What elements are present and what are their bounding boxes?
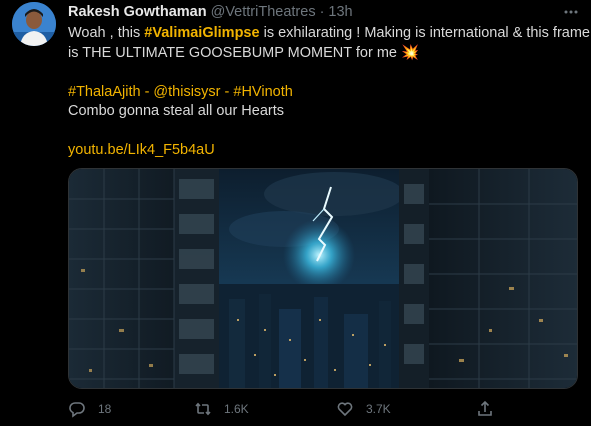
like-button[interactable]: 3.7K <box>336 398 391 420</box>
more-options-icon[interactable] <box>559 2 583 22</box>
retweet-icon <box>195 402 211 416</box>
tweet-media-image[interactable] <box>68 168 578 389</box>
tags-line[interactable]: #ThalaAjith - @thisisysr - #HVinoth <box>68 83 583 103</box>
author-handle[interactable]: @VettriTheatres <box>211 4 316 20</box>
separator-dot: · <box>319 4 325 20</box>
tweet-text-part: Woah , this <box>68 25 145 41</box>
video-link[interactable]: youtu.be/LIk4_F5b4aU <box>68 141 583 161</box>
like-count: 3.7K <box>366 402 391 416</box>
tweet-time[interactable]: 13h <box>328 4 352 20</box>
reply-icon <box>69 402 85 418</box>
tweet-actions: 18 1.6K 3.7K <box>68 398 508 420</box>
author-name[interactable]: Rakesh Gowthaman <box>68 4 207 20</box>
share-icon <box>478 400 492 416</box>
tweet-line-4: Combo gonna steal all our Hearts <box>68 103 285 119</box>
collision-emoji: 💥 <box>401 44 420 61</box>
avatar[interactable] <box>12 2 56 46</box>
hashtag-valimai[interactable]: #ValimaiGlimpse <box>144 25 259 41</box>
avatar-image <box>12 2 56 46</box>
share-button[interactable] <box>476 398 494 420</box>
reply-count: 18 <box>98 402 112 416</box>
tweet: Rakesh Gowthaman @VettriTheatres · 13h W… <box>0 0 591 426</box>
tweet-text-part: is exhilarating ! Making is internationa… <box>259 25 590 41</box>
tweet-line-1: Woah , this #ValimaiGlimpse is exhilarat… <box>68 24 590 44</box>
tweet-header: Rakesh Gowthaman @VettriTheatres · 13h <box>68 3 353 21</box>
lightning-city-image <box>69 169 577 388</box>
reply-button[interactable]: 18 <box>68 398 111 420</box>
tweet-text-part: is THE ULTIMATE GOOSEBUMP MOMENT for me <box>68 44 397 61</box>
heart-icon <box>337 402 353 417</box>
tweet-line-2: is THE ULTIMATE GOOSEBUMP MOMENT for me … <box>68 44 583 64</box>
tweet-text: Woah , this #ValimaiGlimpse is exhilarat… <box>68 24 590 161</box>
retweet-button[interactable]: 1.6K <box>194 398 249 420</box>
retweet-count: 1.6K <box>224 402 249 416</box>
